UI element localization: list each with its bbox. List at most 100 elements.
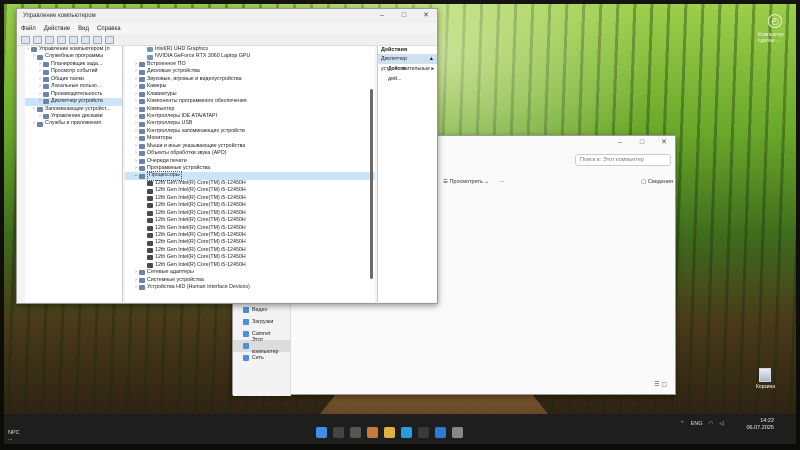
edge-icon[interactable] bbox=[401, 427, 412, 438]
up-icon[interactable] bbox=[45, 35, 54, 44]
console-tree-item[interactable]: › Служебные программы bbox=[25, 53, 122, 60]
device-tree-item[interactable]: Intel(R) UHD Graphics bbox=[125, 46, 375, 53]
help-icon[interactable] bbox=[81, 35, 90, 44]
collapse-icon: ▲ bbox=[428, 56, 434, 62]
console-tree-item[interactable]: › Общие папки bbox=[25, 76, 122, 83]
task-view-icon[interactable] bbox=[350, 427, 361, 438]
device-tree-item[interactable]: ⌄ Процессоры bbox=[125, 171, 375, 181]
refresh-icon[interactable] bbox=[93, 35, 102, 44]
device-tree-item[interactable]: › Клавиатуры bbox=[125, 91, 375, 98]
device-tree-item[interactable]: › Компоненты программного обеспечения bbox=[125, 98, 375, 105]
device-label: 12th Gen Intel(R) Core(TM) i5-12450H bbox=[155, 202, 246, 209]
menu-item[interactable]: Файл bbox=[21, 26, 36, 32]
processor-item[interactable]: 12th Gen Intel(R) Core(TM) i5-12450H bbox=[125, 187, 375, 194]
show-tree-icon[interactable] bbox=[57, 35, 66, 44]
console-tree-item[interactable]: › Управление дисками bbox=[25, 113, 122, 120]
start-icon[interactable] bbox=[316, 427, 327, 438]
processor-item[interactable]: 12th Gen Intel(R) Core(TM) i5-12450H bbox=[125, 202, 375, 209]
minimize-button[interactable]: – bbox=[371, 9, 393, 23]
actions-selected-label: Диспетчер устройств bbox=[381, 56, 407, 72]
device-tree: Intel(R) UHD Graphics NVIDIA GeForce RTX … bbox=[125, 46, 375, 302]
device-tree-item[interactable]: › Контроллеры USB bbox=[125, 120, 375, 127]
device-label: Дисковые устройства bbox=[147, 68, 200, 75]
folder-icon bbox=[243, 343, 249, 349]
recycle-bin[interactable]: Корзина bbox=[756, 368, 775, 390]
device-tree-item[interactable]: › Звуковые, игровые и видеоустройства bbox=[125, 76, 375, 83]
console-tree-item[interactable]: › Просмотр событий bbox=[25, 68, 122, 75]
processor-item[interactable]: 12th Gen Intel(R) Core(TM) i5-12450H bbox=[125, 247, 375, 254]
console-tree-item[interactable]: › Производительность bbox=[25, 91, 122, 98]
more-options-button[interactable]: ··· bbox=[499, 179, 505, 185]
clock-icon[interactable]: ◴ bbox=[768, 14, 782, 28]
device-label: Звуковые, игровые и видеоустройства bbox=[147, 75, 242, 82]
properties-icon[interactable] bbox=[69, 35, 78, 44]
close-button[interactable]: ✕ bbox=[653, 136, 675, 150]
explorer-nav-item[interactable]: Этот компьютер bbox=[233, 337, 290, 355]
console-tree-item[interactable]: › Запоминающие устройст... bbox=[25, 106, 122, 113]
monitor-icon[interactable] bbox=[105, 35, 114, 44]
menu-item[interactable]: Действие bbox=[44, 26, 70, 32]
minimize-button[interactable]: – bbox=[609, 136, 631, 150]
device-tree-item[interactable]: › Контроллеры IDE ATA/ATAPI bbox=[125, 113, 375, 120]
device-tree-item[interactable]: › Системные устройства bbox=[125, 277, 375, 284]
close-button[interactable]: ✕ bbox=[415, 9, 437, 23]
device-tree-item[interactable]: › Объекты обработки звука (APO) bbox=[125, 150, 375, 157]
search-icon[interactable] bbox=[333, 427, 344, 438]
device-tree-item[interactable]: › Дисковые устройства bbox=[125, 68, 375, 75]
processor-item[interactable]: 12th Gen Intel(R) Core(TM) i5-12450H bbox=[125, 232, 375, 239]
device-tree-item[interactable]: › Контроллеры запоминающих устройств bbox=[125, 128, 375, 135]
outlook-icon[interactable] bbox=[435, 427, 446, 438]
device-tree-item[interactable]: › Сетевые адаптеры bbox=[125, 269, 375, 276]
cpu-icon bbox=[147, 240, 153, 246]
back-icon[interactable] bbox=[21, 35, 30, 44]
tray-chevron-icon[interactable]: ⌃ bbox=[680, 421, 685, 427]
device-tree-item[interactable]: › Устройства HID (Human Interface Devices… bbox=[125, 284, 375, 291]
processor-item[interactable]: 12th Gen Intel(R) Core(TM) i5-12450H bbox=[125, 262, 375, 269]
console-tree-item[interactable]: › Локальные пользо... bbox=[25, 83, 122, 90]
console-tree-item[interactable]: › Управление компьютером (л bbox=[25, 46, 122, 53]
device-tree-item[interactable]: › Камеры bbox=[125, 83, 375, 90]
console-tree-item[interactable]: › Диспетчер устройств bbox=[25, 98, 122, 106]
maximize-button[interactable]: □ bbox=[393, 9, 415, 23]
volume-icon[interactable]: ◁ bbox=[719, 421, 723, 427]
actions-selected-item[interactable]: Диспетчер устройств ▲ bbox=[378, 54, 437, 72]
app-icon[interactable] bbox=[367, 427, 378, 438]
console-tree-label: Службы и приложения bbox=[45, 120, 102, 127]
store-icon[interactable] bbox=[418, 427, 429, 438]
menu-item[interactable]: Вид bbox=[78, 26, 89, 32]
processor-item[interactable]: 12th Gen Intel(R) Core(TM) i5-12450H bbox=[125, 195, 375, 202]
taskbar-weather[interactable]: NPC ... bbox=[8, 430, 20, 442]
device-tree-item[interactable]: › Компьютер bbox=[125, 106, 375, 113]
processor-item[interactable]: 12th Gen Intel(R) Core(TM) i5-12450H bbox=[125, 210, 375, 217]
processor-item[interactable]: 12th Gen Intel(R) Core(TM) i5-12450H bbox=[125, 254, 375, 261]
file-explorer-icon[interactable] bbox=[384, 427, 395, 438]
device-manager-icon[interactable] bbox=[452, 427, 463, 438]
forward-icon[interactable] bbox=[33, 35, 42, 44]
device-tree-scrollbar[interactable] bbox=[369, 49, 374, 299]
explorer-search-input[interactable]: Поиск в: Этот компьютер bbox=[575, 154, 671, 166]
keyboard-language[interactable]: ENG bbox=[691, 421, 703, 427]
device-label: 12th Gen Intel(R) Core(TM) i5-12450H bbox=[155, 194, 246, 201]
menu-item[interactable]: Справка bbox=[97, 26, 121, 32]
cpu-icon bbox=[147, 248, 153, 254]
processor-item[interactable]: 12th Gen Intel(R) Core(TM) i5-12450H bbox=[125, 180, 375, 187]
explorer-nav-item[interactable]: Загрузки bbox=[233, 316, 290, 328]
processor-item[interactable]: 12th Gen Intel(R) Core(TM) i5-12450H bbox=[125, 239, 375, 246]
processor-item[interactable]: 12th Gen Intel(R) Core(TM) i5-12450H bbox=[125, 217, 375, 224]
device-tree-item[interactable]: › Очереди печати bbox=[125, 158, 375, 165]
taskbar-clock[interactable]: 14:22 06.07.2025 bbox=[734, 418, 774, 432]
wifi-icon[interactable]: ◠ bbox=[709, 421, 714, 427]
processor-item[interactable]: 12th Gen Intel(R) Core(TM) i5-12450H bbox=[125, 225, 375, 232]
details-label: Сведения bbox=[647, 179, 673, 185]
device-tree-item[interactable]: NVIDIA GeForce RTX 3060 Laptop GPU bbox=[125, 53, 375, 60]
scrollbar-thumb[interactable] bbox=[370, 89, 373, 279]
device-tree-item[interactable]: › Мониторы bbox=[125, 135, 375, 142]
view-button[interactable]: ☰ Просмотреть ⌄ bbox=[443, 179, 489, 185]
view-toggle-icon[interactable]: ☰ ▢ bbox=[654, 381, 667, 388]
details-button[interactable]: ▢ Сведения bbox=[641, 179, 673, 185]
device-tree-item[interactable]: › Мыши и иные указывающие устройства bbox=[125, 143, 375, 150]
maximize-button[interactable]: □ bbox=[631, 136, 653, 150]
console-tree-item[interactable]: › Службы и приложения bbox=[25, 120, 122, 127]
system-tray: ⌃ ENG ◠ ◁ bbox=[680, 421, 724, 427]
explorer-nav-item[interactable]: Видео bbox=[233, 304, 290, 316]
